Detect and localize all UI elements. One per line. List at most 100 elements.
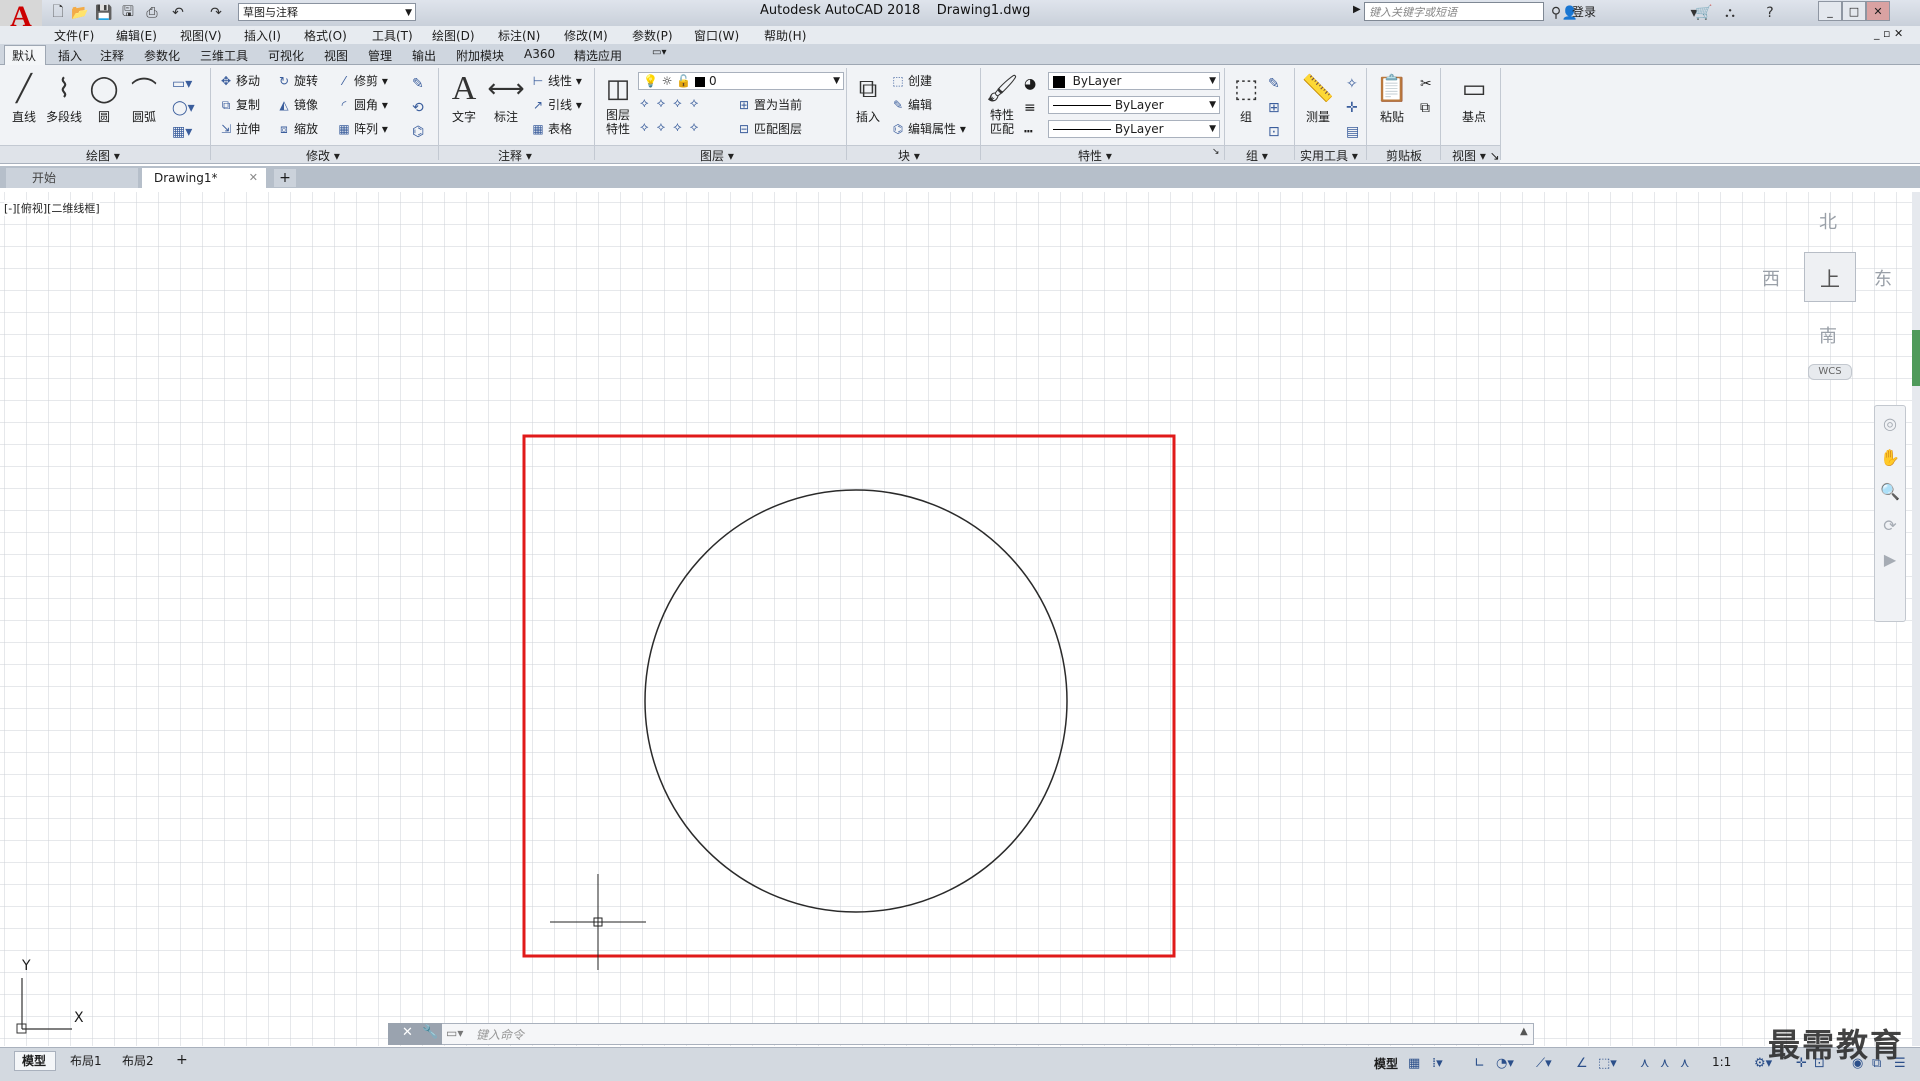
panel-layers-title[interactable]: 图层 ▾ bbox=[700, 147, 734, 164]
menu-parametric[interactable]: 参数(P) bbox=[632, 27, 673, 44]
menu-view[interactable]: 视图(V) bbox=[180, 27, 222, 44]
panel-block-title[interactable]: 块 ▾ bbox=[898, 147, 920, 164]
command-prompt-icon[interactable]: ▭▾ bbox=[446, 1026, 463, 1040]
command-line[interactable] bbox=[388, 1023, 1534, 1045]
viewcube-east[interactable]: 东 bbox=[1874, 265, 1892, 291]
viewcube-west[interactable]: 西 bbox=[1762, 265, 1780, 291]
snap-mode-icon[interactable]: ⁞▾ bbox=[1432, 1056, 1443, 1071]
tab-parametric[interactable]: 参数化 bbox=[144, 47, 180, 64]
object-snap-icon[interactable]: ⬚▾ bbox=[1598, 1056, 1617, 1071]
tab-drawing1[interactable]: Drawing1* ✕ bbox=[142, 168, 266, 188]
help-icon[interactable]: ? bbox=[1760, 3, 1780, 23]
line-button[interactable]: ╱ 直线 bbox=[4, 72, 44, 125]
search-expand-icon[interactable]: ▶ bbox=[1353, 4, 1361, 15]
utility-tools[interactable]: ✧ ✛ ▤ bbox=[1346, 72, 1359, 144]
close-tab-icon[interactable]: ✕ bbox=[249, 168, 258, 188]
viewcube-top-face[interactable]: 上 bbox=[1804, 252, 1856, 302]
redo-icon[interactable]: ↷ bbox=[206, 3, 226, 23]
tab-start[interactable]: 开始 bbox=[6, 168, 138, 188]
match-layer-button[interactable]: ⊟ 匹配图层 bbox=[736, 120, 802, 138]
object-snap-tracking-icon[interactable]: ∠ bbox=[1576, 1056, 1588, 1071]
layer-tools-row2[interactable]: ⟡⟡⟡⟡ bbox=[640, 120, 706, 135]
panel-clipboard-title[interactable]: 剪贴板 bbox=[1386, 147, 1422, 164]
panel-view-title[interactable]: 视图 ▾ ↘ bbox=[1452, 147, 1500, 164]
drawing-canvas[interactable] bbox=[0, 192, 1912, 1046]
open-file-icon[interactable]: 📂 bbox=[70, 3, 90, 23]
save-as-icon[interactable]: 🖫 bbox=[118, 3, 138, 23]
linear-button[interactable]: ⊢ 线性 ▾ bbox=[530, 72, 582, 90]
tab-annotate[interactable]: 注释 bbox=[100, 47, 124, 64]
insert-block-button[interactable]: ⧉ 插入 bbox=[848, 72, 888, 125]
model-space-toggle[interactable]: 模型 bbox=[1374, 1055, 1398, 1072]
tab-view[interactable]: 视图 bbox=[324, 47, 348, 64]
panel-groups-title[interactable]: 组 ▾ bbox=[1246, 147, 1268, 164]
tab-a360[interactable]: A360 bbox=[524, 47, 555, 61]
isodraft-icon[interactable]: ⟋▾ bbox=[1536, 1056, 1552, 1071]
menu-edit[interactable]: 编辑(E) bbox=[116, 27, 157, 44]
steering-wheel-icon[interactable]: ◎ bbox=[1875, 406, 1905, 440]
make-current-button[interactable]: ⊞ 置为当前 bbox=[736, 96, 802, 114]
array-button[interactable]: ▦ 阵列 ▾ bbox=[336, 120, 388, 138]
menu-window[interactable]: 窗口(W) bbox=[694, 27, 739, 44]
customize-wrench-icon[interactable]: 🔧 bbox=[422, 1025, 438, 1040]
draw-small-tools[interactable]: ▭▾ ◯▾ ▦▾ bbox=[172, 72, 195, 144]
group-tools[interactable]: ✎ ⊞ ⊡ bbox=[1268, 72, 1280, 144]
fillet-button[interactable]: ◜ 圆角 ▾ bbox=[336, 96, 388, 114]
scale-button[interactable]: ⧈ 缩放 bbox=[276, 120, 318, 138]
leader-button[interactable]: ↗ 引线 ▾ bbox=[530, 96, 582, 114]
cart-icon[interactable]: 🛒 bbox=[1694, 3, 1714, 23]
stretch-button[interactable]: ⇲ 拉伸 bbox=[218, 120, 260, 138]
tab-manage[interactable]: 管理 bbox=[368, 47, 392, 64]
menu-modify[interactable]: 修改(M) bbox=[564, 27, 608, 44]
close-window-button[interactable]: ✕ bbox=[1866, 1, 1890, 21]
search-input[interactable]: 键入关键字或短语 bbox=[1364, 2, 1544, 21]
layout-tab-layout1[interactable]: 布局1 bbox=[70, 1052, 102, 1069]
base-view-button[interactable]: ▭ 基点 bbox=[1454, 72, 1494, 125]
zoom-icon[interactable]: 🔍 bbox=[1875, 474, 1905, 508]
panel-properties-title[interactable]: 特性 ▾ bbox=[1078, 147, 1112, 164]
measure-button[interactable]: 📏 测量 bbox=[1298, 72, 1338, 125]
panel-modify-title[interactable]: 修改 ▾ bbox=[306, 147, 340, 164]
panel-draw-title[interactable]: 绘图 ▾ bbox=[86, 147, 120, 164]
auto-scale-icon[interactable]: ⋏ bbox=[1660, 1056, 1670, 1071]
vertical-scrollbar[interactable] bbox=[1912, 192, 1920, 1046]
modify-extra-tools[interactable]: ✎ ⟲ ⌬ bbox=[412, 72, 424, 144]
menu-tools[interactable]: 工具(T) bbox=[372, 27, 413, 44]
annotation-scale-icon[interactable]: ⋏ bbox=[1680, 1056, 1690, 1071]
arc-button[interactable]: ⌒ 圆弧 bbox=[124, 72, 164, 125]
text-button[interactable]: A 文字 bbox=[444, 70, 484, 125]
paste-button[interactable]: 📋 粘贴 bbox=[1372, 72, 1412, 125]
pan-icon[interactable]: ✋ bbox=[1875, 440, 1905, 474]
tab-visualize[interactable]: 可视化 bbox=[268, 47, 304, 64]
group-button[interactable]: ⬚ 组 bbox=[1226, 72, 1266, 125]
linetype-dropdown[interactable]: ByLayer ▼ bbox=[1048, 120, 1220, 138]
new-tab-button[interactable]: + bbox=[274, 169, 296, 187]
tab-addins[interactable]: 附加模块 bbox=[456, 47, 504, 64]
layout-tab-layout2[interactable]: 布局2 bbox=[122, 1052, 154, 1069]
clipboard-tools[interactable]: ✂ ⧉ bbox=[1420, 72, 1432, 120]
layer-dropdown[interactable]: 💡 ☼ 🔓 0 ▼ bbox=[638, 72, 844, 90]
undo-icon[interactable]: ↶ bbox=[168, 3, 188, 23]
polyline-button[interactable]: ⌇ 多段线 bbox=[44, 72, 84, 125]
tab-output[interactable]: 输出 bbox=[412, 47, 436, 64]
viewcube-north[interactable]: 北 bbox=[1819, 208, 1837, 234]
panel-utilities-title[interactable]: 实用工具 ▾ bbox=[1300, 147, 1358, 164]
minimize-button[interactable]: _ bbox=[1818, 1, 1842, 21]
edit-block-button[interactable]: ✎ 编辑 bbox=[890, 96, 932, 114]
panel-annotation-title[interactable]: 注释 ▾ bbox=[498, 147, 532, 164]
autodesk-app-icon[interactable]: ⛬ bbox=[1720, 3, 1740, 23]
workspace-dropdown[interactable]: 草图与注释 ▼ bbox=[238, 3, 416, 21]
ortho-icon[interactable]: ∟ bbox=[1474, 1056, 1485, 1071]
viewport-controls[interactable]: [-][俯视][二维线框] bbox=[4, 200, 100, 216]
close-command-icon[interactable]: ✕ bbox=[402, 1025, 413, 1040]
edit-attributes-button[interactable]: ⌬ 编辑属性 ▾ bbox=[890, 120, 966, 138]
tab-insert[interactable]: 插入 bbox=[58, 47, 82, 64]
rotate-button[interactable]: ↻ 旋转 bbox=[276, 72, 318, 90]
maximize-button[interactable]: □ bbox=[1842, 1, 1866, 21]
command-history-icon[interactable]: ▲ bbox=[1520, 1026, 1528, 1037]
menu-draw[interactable]: 绘图(D) bbox=[432, 27, 475, 44]
mirror-button[interactable]: ◭ 镜像 bbox=[276, 96, 318, 114]
dimension-button[interactable]: ⟷ 标注 bbox=[486, 72, 526, 125]
create-block-button[interactable]: ⬚ 创建 bbox=[890, 72, 932, 90]
print-icon[interactable]: ⎙ bbox=[142, 3, 162, 23]
